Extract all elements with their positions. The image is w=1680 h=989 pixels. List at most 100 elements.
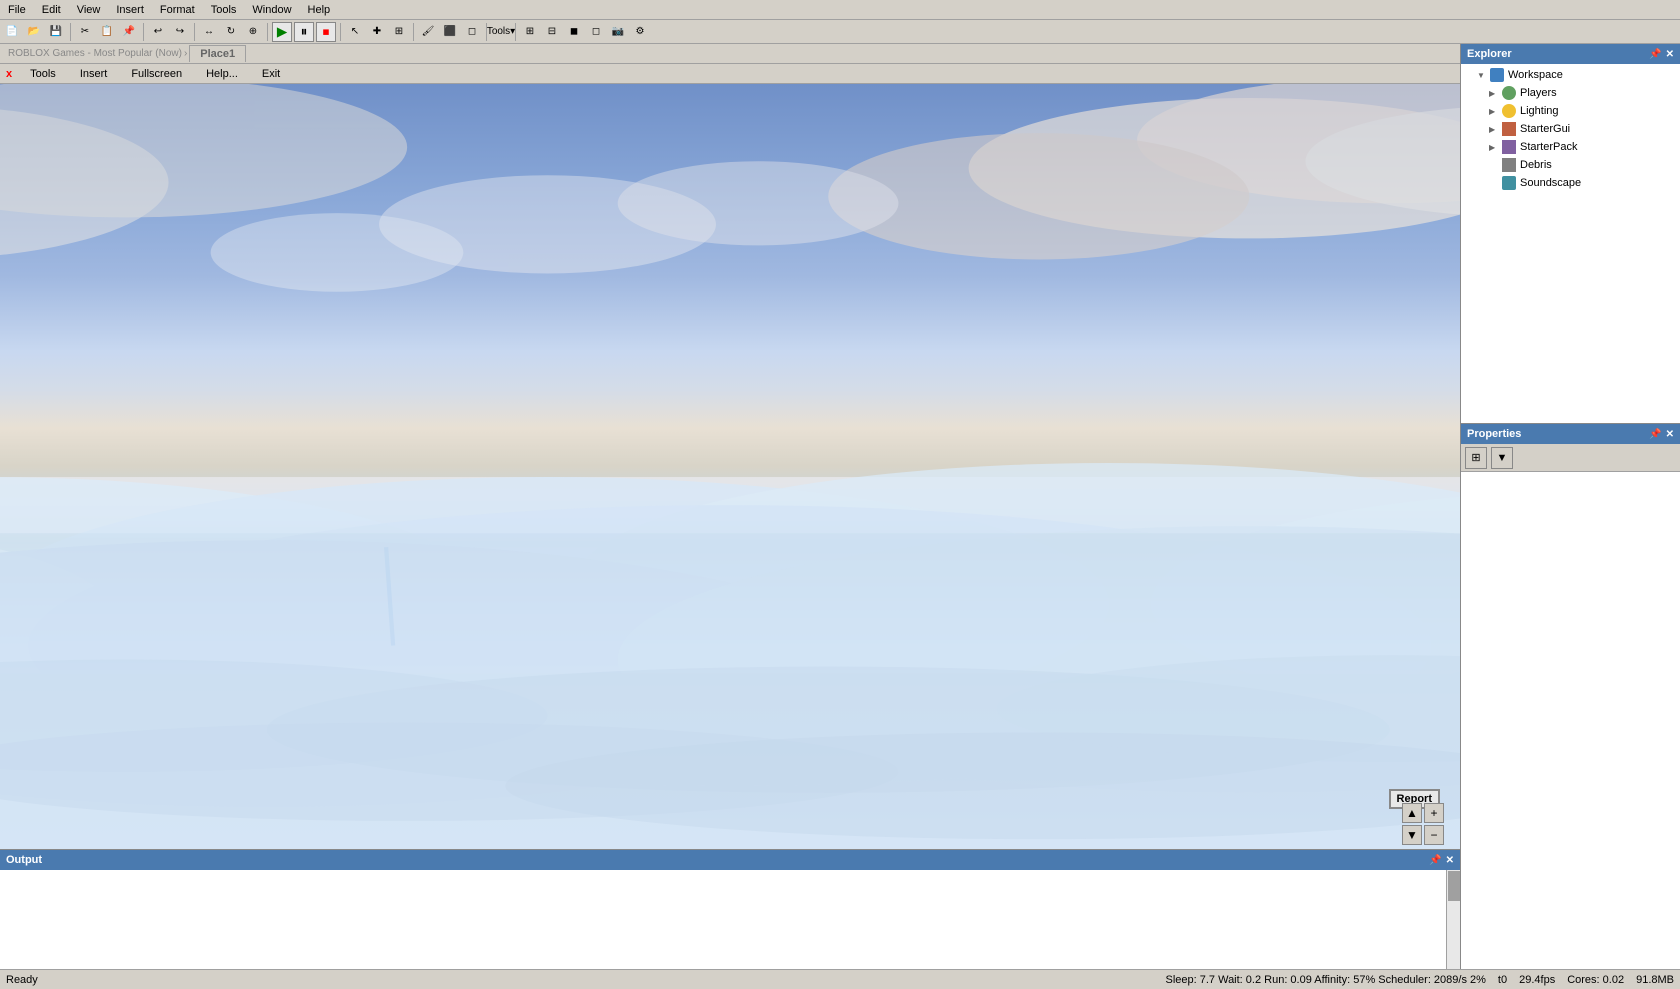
- menu-bar: File Edit View Insert Format Tools Windo…: [0, 0, 1680, 20]
- game-menu-exit[interactable]: Exit: [250, 66, 292, 82]
- viewport-zoom-out[interactable]: −: [1424, 825, 1444, 845]
- properties-header-icons: 📌 ✕: [1649, 429, 1674, 440]
- toolbar-add[interactable]: ✚: [367, 22, 387, 42]
- menu-view[interactable]: View: [69, 2, 109, 18]
- toolbar-redo[interactable]: ↪: [170, 22, 190, 42]
- toolbar-paste[interactable]: 📌: [119, 22, 139, 42]
- explorer-header-icons: 📌 ✕: [1649, 49, 1674, 60]
- tab-place1[interactable]: Place1: [189, 45, 246, 62]
- toolbar-rotate[interactable]: ↻: [221, 22, 241, 42]
- toolbar-fill[interactable]: ⬛: [440, 22, 460, 42]
- tree-item-startergui[interactable]: ▶ StarterGui: [1461, 120, 1680, 138]
- toolbar-grid[interactable]: ⊞: [520, 22, 540, 42]
- toolbar-eraser[interactable]: ◻: [462, 22, 482, 42]
- statusbar-right: Sleep: 7.7 Wait: 0.2 Run: 0.09 Affinity:…: [1166, 974, 1675, 986]
- tree-expand-lighting[interactable]: ▶: [1489, 107, 1501, 116]
- menu-edit[interactable]: Edit: [34, 2, 69, 18]
- toolbar: 📄 📂 💾 ✂ 📋 📌 ↩ ↪ ↔ ↻ ⊕ ▶ ⏸ ⏹ ↖ ✚ ⊞ 🖌 ⬛ ◻ …: [0, 20, 1680, 44]
- toolbar-vis1[interactable]: ◼: [564, 22, 584, 42]
- menu-insert[interactable]: Insert: [108, 2, 152, 18]
- tree-item-workspace[interactable]: ▼ Workspace: [1461, 66, 1680, 84]
- output-close-icon[interactable]: ✕: [1446, 855, 1454, 866]
- toolbar-extra[interactable]: ⚙: [630, 22, 650, 42]
- explorer-panel: Explorer 📌 ✕ ▼ Workspace ▶: [1461, 44, 1680, 424]
- statusbar-fps: 29.4fps: [1519, 974, 1555, 986]
- game-menu-insert[interactable]: Insert: [68, 66, 120, 82]
- game-menu-close[interactable]: x: [0, 66, 18, 82]
- toolbar-cam[interactable]: 📷: [608, 22, 628, 42]
- toolbar-copy[interactable]: 📋: [97, 22, 117, 42]
- toolbar-stop[interactable]: ⏹: [316, 22, 336, 42]
- workspace-label: Workspace: [1508, 69, 1563, 81]
- output-scrollbar-thumb[interactable]: [1448, 871, 1460, 901]
- properties-content: [1461, 472, 1680, 969]
- viewport-down[interactable]: ▼: [1402, 825, 1422, 845]
- toolbar-pause[interactable]: ⏸: [294, 22, 314, 42]
- viewport-controls: ▲ + ▼ −: [1402, 803, 1444, 845]
- toolbar-save[interactable]: 💾: [46, 22, 66, 42]
- tree-item-soundscape[interactable]: Soundscape: [1461, 174, 1680, 192]
- menu-help[interactable]: Help: [300, 2, 339, 18]
- toolbar-cut[interactable]: ✂: [75, 22, 95, 42]
- tree-item-starterpack[interactable]: ▶ StarterPack: [1461, 138, 1680, 156]
- toolbar-select[interactable]: ↖: [345, 22, 365, 42]
- players-icon: [1501, 85, 1517, 101]
- viewport-zoom-in[interactable]: +: [1424, 803, 1444, 823]
- players-label: Players: [1520, 87, 1557, 99]
- tree-item-debris[interactable]: Debris: [1461, 156, 1680, 174]
- soundscape-icon: [1501, 175, 1517, 191]
- toolbar-scale[interactable]: ⊕: [243, 22, 263, 42]
- toolbar-vis2[interactable]: ◻: [586, 22, 606, 42]
- explorer-pin-icon[interactable]: 📌: [1649, 49, 1661, 60]
- toolbar-play[interactable]: ▶: [272, 22, 292, 42]
- game-menubar: x Tools Insert Fullscreen Help... Exit: [0, 64, 1460, 84]
- toolbar-move[interactable]: ↔: [199, 22, 219, 42]
- starterpack-label: StarterPack: [1520, 141, 1577, 153]
- properties-toolbar: ⊞ ▼: [1461, 444, 1680, 472]
- lighting-icon: [1501, 103, 1517, 119]
- properties-filter-btn[interactable]: ▼: [1491, 447, 1513, 469]
- output-scrollbar[interactable]: [1446, 870, 1460, 969]
- explorer-title: Explorer: [1467, 48, 1512, 60]
- tree-expand-players[interactable]: ▶: [1489, 89, 1501, 98]
- game-menu-tools[interactable]: Tools: [18, 66, 68, 82]
- sky-background: [0, 84, 1460, 849]
- game-menu-help[interactable]: Help...: [194, 66, 250, 82]
- toolbar-tools-menu[interactable]: Tools▾: [491, 22, 511, 42]
- output-title: Output: [6, 854, 42, 866]
- properties-panel: Properties 📌 ✕ ⊞ ▼: [1461, 424, 1680, 969]
- viewport-container: ROBLOX Games - Most Popular (Now) › Plac…: [0, 44, 1460, 969]
- properties-pin-icon[interactable]: 📌: [1649, 429, 1661, 440]
- properties-sort-btn[interactable]: ⊞: [1465, 447, 1487, 469]
- tree-expand-startergui[interactable]: ▶: [1489, 125, 1501, 134]
- output-header: Output 📌 ✕: [0, 850, 1460, 870]
- menu-window[interactable]: Window: [244, 2, 299, 18]
- viewport[interactable]: Report ▲ + ▼ −: [0, 84, 1460, 849]
- tree-expand-starterpack[interactable]: ▶: [1489, 143, 1501, 152]
- toolbar-undo[interactable]: ↩: [148, 22, 168, 42]
- menu-file[interactable]: File: [0, 2, 34, 18]
- toolbar-transform[interactable]: ⊞: [389, 22, 409, 42]
- properties-close-icon[interactable]: ✕: [1666, 429, 1674, 440]
- toolbar-sep5: [340, 23, 341, 41]
- tree-item-players[interactable]: ▶ Players: [1461, 84, 1680, 102]
- output-pin-icon[interactable]: 📌: [1429, 855, 1441, 866]
- toolbar-paint[interactable]: 🖌: [418, 22, 438, 42]
- toolbar-sep1: [70, 23, 71, 41]
- tab-bar: ROBLOX Games - Most Popular (Now) › Plac…: [0, 44, 1460, 64]
- starterpack-icon: [1501, 139, 1517, 155]
- statusbar: Ready Sleep: 7.7 Wait: 0.2 Run: 0.09 Aff…: [0, 969, 1680, 989]
- startergui-label: StarterGui: [1520, 123, 1570, 135]
- menu-format[interactable]: Format: [152, 2, 203, 18]
- menu-tools[interactable]: Tools: [203, 2, 245, 18]
- toolbar-snap[interactable]: ⊟: [542, 22, 562, 42]
- toolbar-new[interactable]: 📄: [2, 22, 22, 42]
- game-menu-fullscreen[interactable]: Fullscreen: [119, 66, 194, 82]
- tree-item-lighting[interactable]: ▶ Lighting: [1461, 102, 1680, 120]
- explorer-close-icon[interactable]: ✕: [1666, 49, 1674, 60]
- viewport-up[interactable]: ▲: [1402, 803, 1422, 823]
- toolbar-open[interactable]: 📂: [24, 22, 44, 42]
- explorer-content: ▼ Workspace ▶ Players ▶: [1461, 64, 1680, 423]
- tree-expand-workspace[interactable]: ▼: [1477, 71, 1489, 80]
- toolbar-sep8: [515, 23, 516, 41]
